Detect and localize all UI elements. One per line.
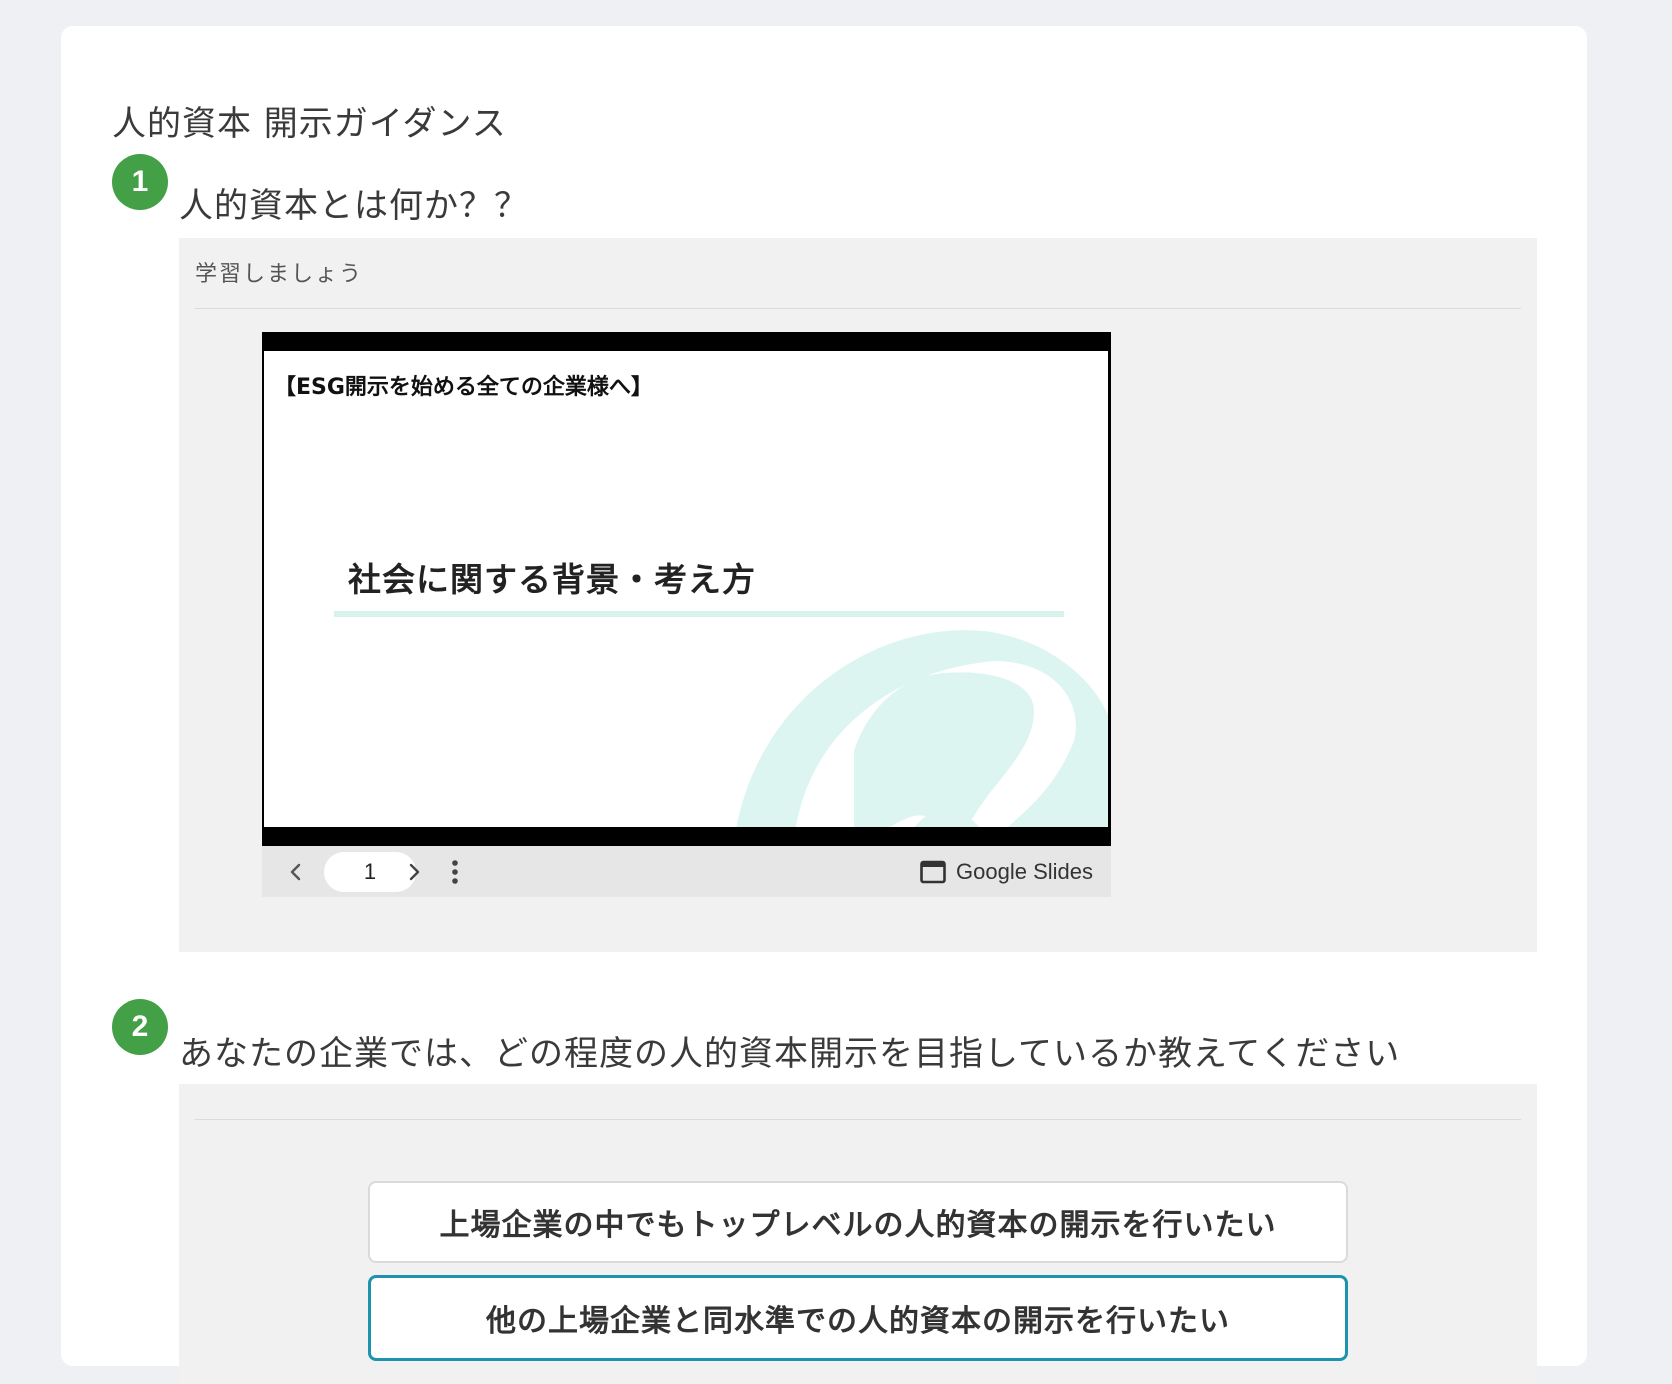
slide-title-underline xyxy=(334,611,1064,617)
option-standard-level-disclosure[interactable]: 他の上場企業と同水準での人的資本の開示を行いたい xyxy=(368,1275,1348,1361)
slide-header: 【ESG開示を始める全ての企業様へ】 xyxy=(274,375,653,400)
slides-logo-icon xyxy=(920,860,946,884)
step-2-panel: 上場企業の中でもトップレベルの人的資本の開示を行いたい 他の上場企業と同水準での… xyxy=(179,1084,1537,1384)
google-slides-label: Google Slides xyxy=(956,859,1093,884)
slide-frame: 【ESG開示を始める全ての企業様へ】 社会に関する背景・考え方 xyxy=(262,332,1111,846)
option-top-level-disclosure[interactable]: 上場企業の中でもトップレベルの人的資本の開示を行いたい xyxy=(368,1181,1348,1263)
google-slides-embed[interactable]: 【ESG開示を始める全ての企業様へ】 社会に関する背景・考え方 1 Google… xyxy=(262,332,1111,897)
slide-title: 社会に関する背景・考え方 xyxy=(348,560,756,599)
step-2-badge: 2 xyxy=(112,999,168,1055)
panel-divider xyxy=(195,1119,1521,1120)
chevron-right-icon[interactable] xyxy=(396,854,432,890)
chevron-left-icon[interactable] xyxy=(278,854,314,890)
slide-decoration xyxy=(736,630,1108,827)
panel-divider xyxy=(195,308,1521,309)
google-slides-link[interactable]: Google Slides xyxy=(920,856,1093,888)
slides-toolbar: 1 Google Slides xyxy=(262,846,1111,897)
guidance-card: 人的資本 開示ガイダンス 1 人的資本とは何か？？ 学習しましょう 【ESG開示… xyxy=(61,26,1587,1384)
step-2-title: あなたの企業では、どの程度の人的資本開示を目指しているか教えてください xyxy=(179,1034,1401,1074)
panel-label: 学習しましょう xyxy=(195,262,364,287)
slide-canvas[interactable]: 【ESG開示を始める全ての企業様へ】 社会に関する背景・考え方 xyxy=(264,351,1108,827)
step-1-panel: 学習しましょう 【ESG開示を始める全ての企業様へ】 社会に関する背景・考え方 xyxy=(179,238,1537,952)
more-vertical-icon[interactable] xyxy=(437,854,473,890)
step-1-badge: 1 xyxy=(112,154,168,210)
page-title: 人的資本 開示ガイダンス xyxy=(112,104,507,144)
step-1-title: 人的資本とは何か？？ xyxy=(179,186,529,226)
